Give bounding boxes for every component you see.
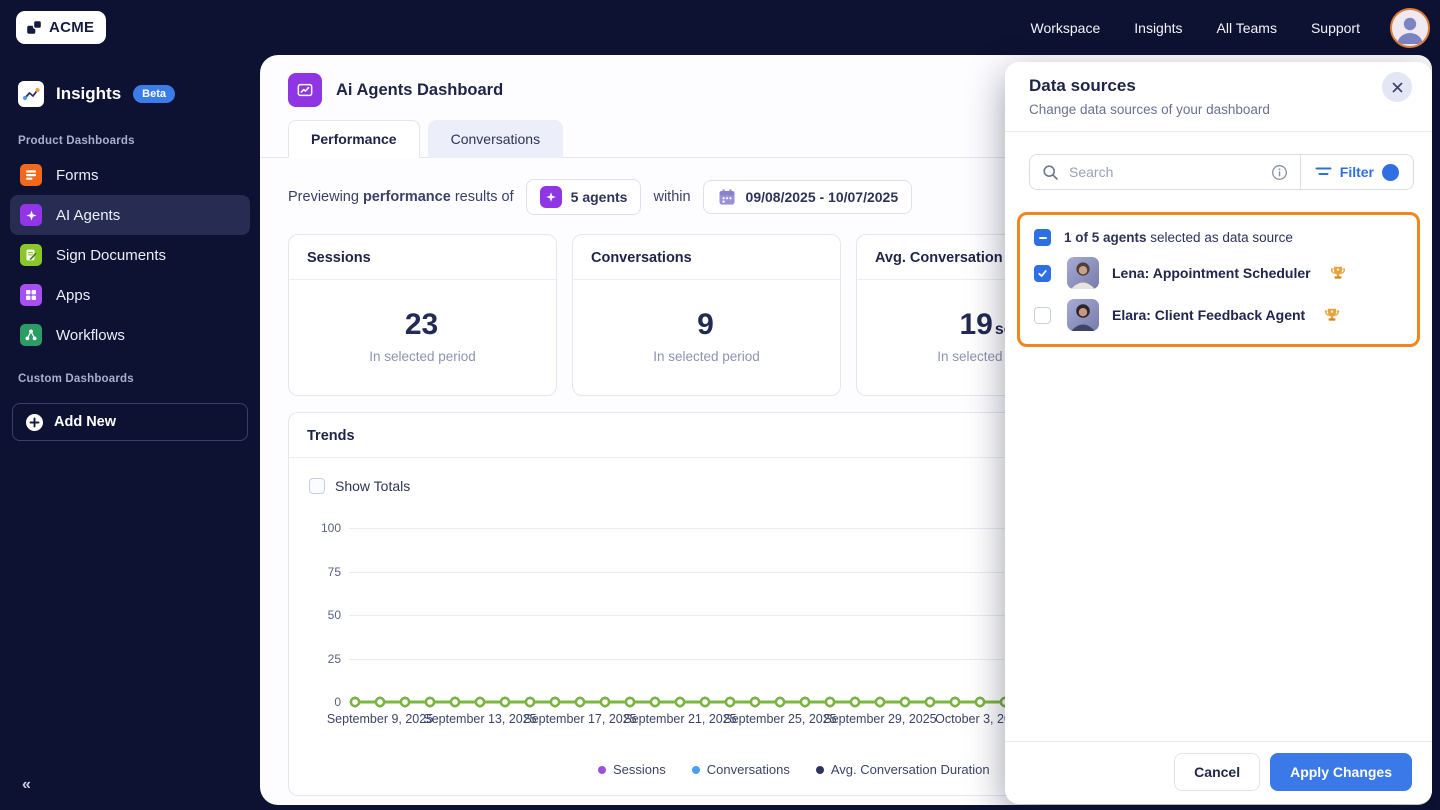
within-text: within [653,189,691,205]
collapse-sidebar-button[interactable]: « [22,776,31,794]
x-tick-label: September 9, 2025 [326,712,434,726]
drawer-footer: Cancel Apply Changes [1005,741,1432,804]
person-icon [1397,17,1423,44]
section-product-dashboards: Product Dashboards [18,135,135,147]
plus-icon [25,413,44,432]
search-icon [1042,164,1059,181]
drawer-header-divider [1005,131,1432,132]
select-all-checkbox-indeterminate[interactable] [1034,229,1051,246]
x-tick-label: September 13, 2025 [423,712,537,726]
search-filter-bar: Filter 1 [1029,154,1414,190]
apps-icon [20,284,42,306]
section-custom-dashboards: Custom Dashboards [18,373,134,385]
acme-logo-icon [24,18,44,38]
sidebar-item-workflows[interactable]: Workflows [10,315,250,355]
sign-documents-icon [20,244,42,266]
nav-all-teams[interactable]: All Teams [1217,20,1277,36]
legend-avg-duration: Avg. Conversation Duration [815,762,990,777]
nav-support[interactable]: Support [1311,20,1360,36]
agents-selection-highlight: 1 of 5 agents selected as data source Le… [1017,212,1420,347]
x-tick-label: September 29, 2025 [823,712,937,726]
legend-dot-avg-duration [815,765,824,774]
beta-badge: Beta [133,85,176,103]
agent-row-elara[interactable]: Elara: Client Feedback Agent [1020,294,1417,336]
app-title: Insights [56,84,122,103]
agent-checkbox-checked[interactable] [1034,264,1051,282]
dashboard-icon [288,73,322,107]
nav-insights[interactable]: Insights [1134,20,1182,36]
stat-card-conversations: Conversations 9 In selected period [572,234,841,396]
sidebar-item-apps[interactable]: Apps [10,275,250,315]
sidebar: Insights Beta Product Dashboards Forms A… [0,55,260,810]
agents-select-button[interactable]: 5 agents [525,179,642,215]
close-drawer-button[interactable] [1382,72,1412,102]
top-bar: ACME Workspace Insights All Teams Suppor… [0,0,1440,55]
selection-summary-text: 1 of 5 agents selected as data source [1064,230,1293,245]
apply-changes-button[interactable]: Apply Changes [1270,753,1412,791]
legend-sessions: Sessions [598,762,666,777]
calendar-icon [717,187,737,207]
forms-icon [20,164,42,186]
date-range-button[interactable]: 09/08/2025 - 10/07/2025 [702,180,913,214]
close-icon [1392,82,1402,92]
filter-icon [1315,167,1332,175]
data-sources-drawer: Data sources Change data sources of your… [1005,62,1432,804]
sidebar-item-sign-documents[interactable]: Sign Documents [10,235,250,275]
legend-conversations: Conversations [691,762,790,777]
filter-button[interactable]: Filter 1 [1301,163,1413,181]
cancel-button[interactable]: Cancel [1174,753,1261,791]
filter-row-text: Previewing performance results of [288,189,514,205]
agent-avatar-elara [1067,299,1099,331]
legend-dot-sessions [598,765,607,774]
ai-agents-icon [20,204,42,226]
checkbox-unchecked[interactable] [309,478,325,494]
page-title: Ai Agents Dashboard [336,80,504,99]
x-tick-label: September 25, 2025 [723,712,837,726]
nav-workspace[interactable]: Workspace [1030,20,1100,36]
agent-row-lena[interactable]: Lena: Appointment Scheduler [1020,252,1417,294]
tab-conversations[interactable]: Conversations [427,120,564,158]
trophy-icon [1330,265,1346,281]
insights-app-icon [18,81,44,107]
ai-sparkle-icon [539,186,562,208]
drawer-title: Data sources [1029,76,1136,95]
sidebar-item-forms[interactable]: Forms [10,155,250,195]
sidebar-item-ai-agents[interactable]: AI Agents [10,195,250,235]
x-tick-label: September 17, 2025 [523,712,637,726]
avg-duration-value: 19 [959,308,993,341]
conversations-value: 9 [697,308,714,341]
sessions-value: 23 [404,308,439,341]
add-new-button[interactable]: Add New [12,403,248,441]
top-nav: Workspace Insights All Teams Support [1030,0,1360,55]
info-icon[interactable] [1271,164,1288,181]
legend-dot-conversations [691,765,700,774]
tab-performance[interactable]: Performance [288,120,420,158]
search-input[interactable] [1069,164,1271,180]
selection-summary-row: 1 of 5 agents selected as data source [1020,223,1417,252]
x-tick-label: September 21, 2025 [623,712,737,726]
agent-checkbox-unchecked[interactable] [1034,306,1051,324]
stat-card-sessions: Sessions 23 In selected period [288,234,557,396]
user-avatar[interactable] [1390,8,1430,48]
sidebar-app-header: Insights Beta [0,55,260,117]
brand-name: ACME [49,19,95,36]
acme-logo[interactable]: ACME [16,11,107,44]
workflows-icon [20,324,42,346]
agent-avatar-lena [1067,257,1099,289]
trophy-icon [1324,307,1340,323]
drawer-subtitle: Change data sources of your dashboard [1029,102,1270,117]
filter-count-badge: 1 [1382,163,1399,181]
drawer-header: Data sources Change data sources of your… [1005,62,1432,131]
